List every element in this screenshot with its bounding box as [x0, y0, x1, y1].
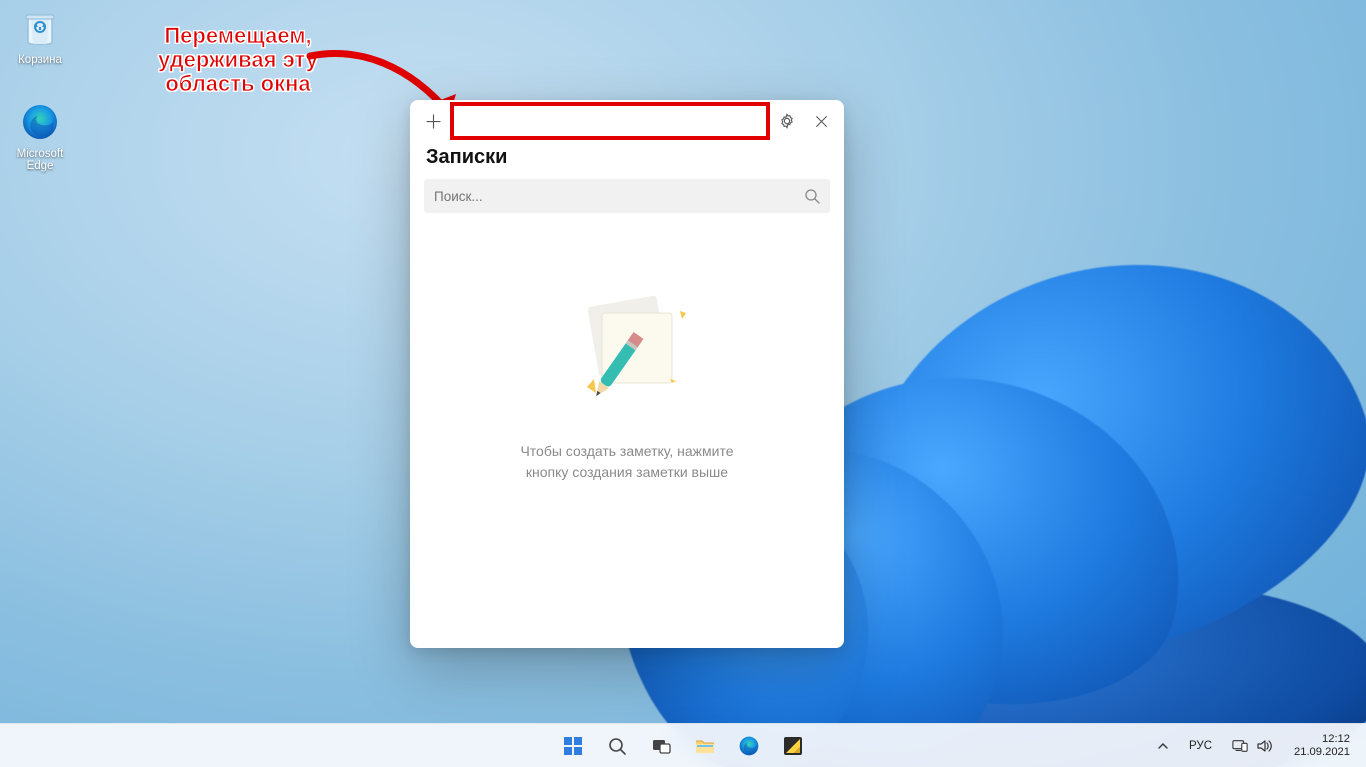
- annotation-text: Перемещаем, удерживая эту область окна: [118, 24, 358, 97]
- edge-icon: [18, 100, 62, 144]
- settings-button[interactable]: [770, 104, 804, 138]
- titlebar-drag-area[interactable]: [454, 104, 766, 138]
- empty-illustration: [552, 283, 702, 413]
- language-indicator[interactable]: РУС: [1181, 726, 1220, 766]
- search-box[interactable]: [424, 179, 830, 213]
- new-note-button[interactable]: [416, 104, 450, 138]
- empty-state: Чтобы создать заметку, нажмите кнопку со…: [410, 213, 844, 648]
- close-icon: [815, 115, 828, 128]
- clock[interactable]: 12:12 21.09.2021: [1284, 726, 1360, 766]
- gear-icon: [779, 113, 795, 129]
- sticky-notes-window: Записки: [410, 100, 844, 648]
- folder-icon: [694, 735, 716, 757]
- network-sound-button[interactable]: [1224, 726, 1280, 766]
- sticky-notes-icon: [782, 735, 804, 757]
- titlebar: [410, 100, 844, 142]
- empty-state-text-line2: кнопку создания заметки выше: [520, 462, 733, 483]
- clock-time: 12:12: [1294, 733, 1350, 746]
- sticky-notes-taskbar-button[interactable]: [773, 726, 813, 766]
- taskbar: РУС 12:12 21.09.2021: [0, 723, 1366, 767]
- recycle-bin-icon: [18, 6, 62, 50]
- add-icon: [426, 114, 441, 129]
- search-input[interactable]: [434, 189, 804, 204]
- desktop-icon-label: Корзина: [4, 54, 76, 66]
- speaker-icon: [1256, 739, 1272, 753]
- desktop[interactable]: Корзина Microsoft Edge Перемещаем, удерж…: [0, 0, 1366, 767]
- desktop-icon-recycle-bin[interactable]: Корзина: [4, 6, 76, 66]
- system-tray: РУС 12:12 21.09.2021: [1149, 724, 1360, 767]
- windows-start-icon: [562, 735, 584, 757]
- window-title: Записки: [410, 142, 844, 179]
- desktop-icon-label: Microsoft Edge: [4, 148, 76, 172]
- edge-button[interactable]: [729, 726, 769, 766]
- tray-overflow-button[interactable]: [1149, 726, 1177, 766]
- search-icon: [804, 188, 820, 204]
- clock-date: 21.09.2021: [1294, 746, 1350, 759]
- taskbar-search-button[interactable]: [597, 726, 637, 766]
- devices-icon: [1232, 739, 1248, 753]
- close-button[interactable]: [804, 104, 838, 138]
- search-icon: [607, 736, 627, 756]
- task-view-button[interactable]: [641, 726, 681, 766]
- desktop-icon-edge[interactable]: Microsoft Edge: [4, 100, 76, 172]
- chevron-up-icon: [1157, 740, 1169, 752]
- start-button[interactable]: [553, 726, 593, 766]
- task-view-icon: [651, 736, 671, 756]
- file-explorer-button[interactable]: [685, 726, 725, 766]
- edge-icon: [738, 735, 760, 757]
- empty-state-text-line1: Чтобы создать заметку, нажмите: [520, 441, 733, 462]
